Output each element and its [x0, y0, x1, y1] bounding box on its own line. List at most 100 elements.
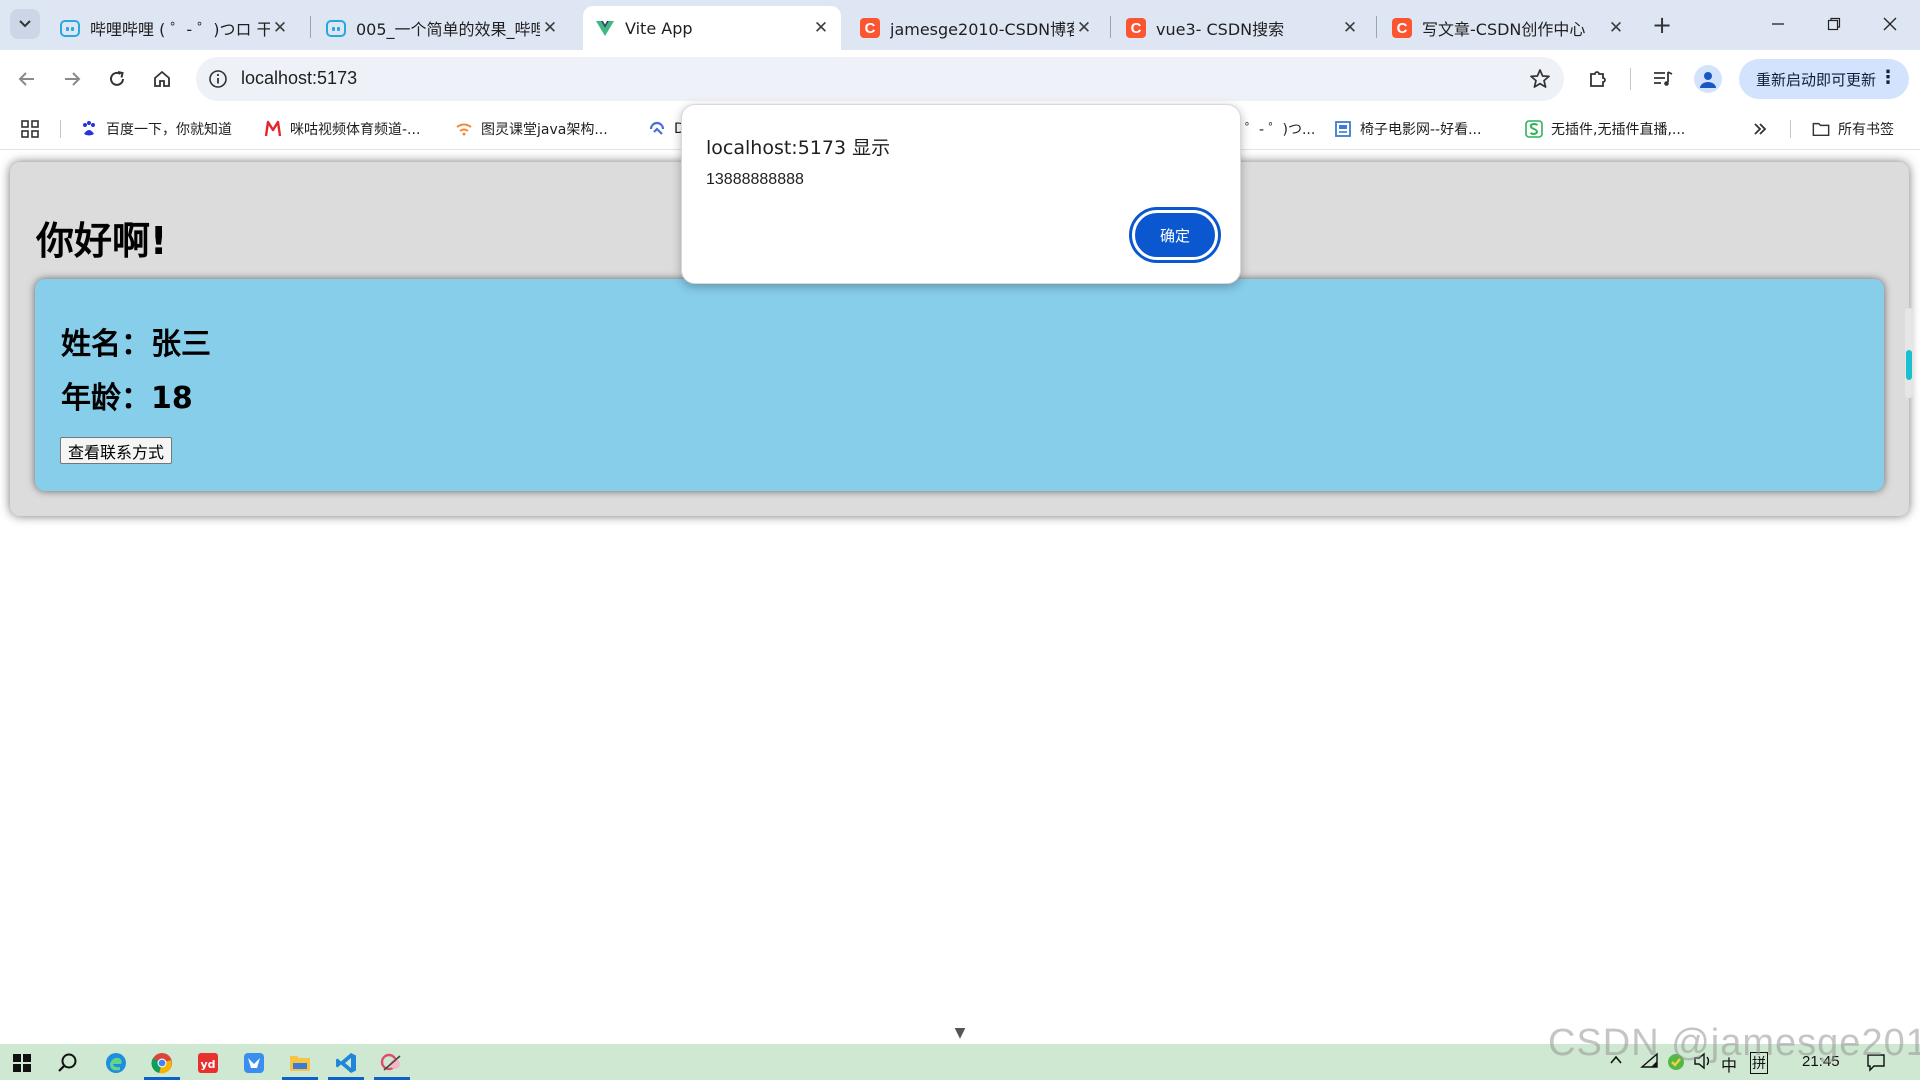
search-button[interactable] — [48, 1047, 88, 1079]
close-icon — [1883, 17, 1897, 31]
person-name: 姓名：张三 — [61, 327, 211, 362]
migu-icon — [264, 120, 282, 138]
bookmark-label: 咪咕视频体育频道-... — [290, 122, 421, 138]
bookmark-partial[interactable]: D — [648, 117, 685, 141]
start-button[interactable] — [2, 1047, 42, 1079]
bookmark-migu[interactable]: 咪咕视频体育频道-... — [264, 117, 420, 141]
side-scrollbar[interactable] — [1905, 308, 1913, 398]
dialog-message: 13888888888 — [706, 171, 804, 188]
profile-avatar[interactable] — [1694, 65, 1722, 93]
bookmark-label: ゜- ゜)つ... — [1245, 122, 1316, 138]
tab-search-button[interactable] — [10, 9, 40, 39]
person-age: 年龄：18 — [61, 381, 193, 416]
close-window-button[interactable] — [1862, 0, 1918, 48]
bookmark-movie[interactable]: 椅子电影网--好看... — [1334, 117, 1481, 141]
bookmark-bilibili[interactable]: ゜- ゜)つ... — [1245, 117, 1315, 141]
bookmark-baidu[interactable]: 百度一下，你就知道 — [80, 117, 232, 141]
tab-vite-app[interactable]: Vite App ✕ — [583, 6, 841, 50]
tab-title: 005_一个简单的效果_哔哩 — [356, 20, 540, 39]
close-icon[interactable]: ✕ — [1606, 18, 1626, 38]
apps-button[interactable] — [20, 117, 40, 141]
more-vert-icon: ⋮ — [1879, 67, 1897, 88]
tab-separator — [1110, 16, 1111, 38]
svg-text:yd: yd — [200, 1058, 215, 1071]
tab-title: jamesge2010-CSDN博客 — [890, 20, 1074, 39]
edge-icon — [106, 1053, 126, 1073]
address-url[interactable]: localhost:5173 — [241, 68, 357, 89]
scrollbar-thumb[interactable] — [1906, 350, 1912, 380]
alert-dialog: localhost:5173 显示 13888888888 确定 — [681, 104, 1241, 284]
new-tab-button[interactable]: + — [1647, 10, 1677, 40]
bookmarks-overflow-button[interactable] — [1752, 117, 1768, 141]
csdn-icon: C — [1126, 18, 1146, 38]
extensions-button[interactable] — [1583, 64, 1613, 94]
tab-bilibili-home[interactable]: 哔哩哔哩 ( ゜- ゜)つロ 干杯 ✕ — [48, 6, 300, 50]
taskbar-edge[interactable] — [96, 1047, 136, 1079]
update-button[interactable]: 重新启动即可更新 ⋮ — [1739, 59, 1909, 99]
arrow-right-icon — [65, 72, 81, 86]
tab-csdn-blog[interactable]: C jamesge2010-CSDN博客 ✕ — [848, 6, 1104, 50]
puzzle-icon — [1590, 71, 1606, 87]
dialog-ok-button[interactable]: 确定 — [1132, 210, 1218, 260]
taskbar-chrome[interactable] — [142, 1047, 182, 1080]
reload-icon — [110, 71, 124, 86]
bookmark-label: 椅子电影网--好看... — [1360, 122, 1482, 138]
taskbar-vscode[interactable] — [326, 1047, 366, 1080]
restore-button[interactable] — [1806, 0, 1862, 48]
bookmark-separator — [1790, 120, 1791, 138]
tab-csdn-write[interactable]: C 写文章-CSDN创作中心 ✕ — [1380, 6, 1636, 50]
home-button[interactable] — [145, 62, 179, 96]
all-bookmarks-button[interactable]: 所有书签 — [1812, 117, 1894, 141]
view-contact-button[interactable]: 查看联系方式 — [60, 437, 173, 464]
close-icon[interactable]: ✕ — [270, 18, 290, 38]
close-icon[interactable]: ✕ — [1340, 18, 1360, 38]
arrow-left-icon — [18, 72, 34, 86]
taskbar-file-explorer[interactable] — [280, 1047, 320, 1080]
search-icon — [58, 1053, 77, 1072]
close-icon[interactable]: ✕ — [811, 18, 831, 38]
youdao-icon: yd — [198, 1053, 218, 1073]
tab-title: Vite App — [625, 18, 693, 38]
page-title: 你好啊! — [36, 219, 168, 263]
person-icon — [1700, 72, 1716, 88]
movie-icon — [1334, 120, 1352, 138]
toolbar-divider — [1630, 68, 1631, 90]
tab-csdn-search[interactable]: C vue3- CSDN搜索 ✕ — [1114, 6, 1370, 50]
minimize-icon — [1772, 23, 1784, 25]
minimize-button[interactable] — [1750, 0, 1806, 48]
back-button[interactable] — [10, 62, 44, 96]
csdn-icon: C — [860, 18, 880, 38]
windows-icon — [13, 1054, 31, 1072]
info-icon[interactable] — [206, 67, 230, 91]
forward-button[interactable] — [55, 62, 89, 96]
media-control-button[interactable] — [1648, 64, 1678, 94]
close-icon[interactable]: ✕ — [1074, 18, 1094, 38]
tab-separator — [1376, 16, 1377, 38]
tab-title: 写文章-CSDN创作中心 — [1422, 20, 1586, 39]
taskbar-snipping-tool[interactable] — [372, 1047, 412, 1080]
browser-toolbar: localhost:5173 重新启动即可更新 ⋮ — [0, 50, 1920, 108]
address-bar[interactable]: localhost:5173 — [196, 57, 1564, 101]
vite-icon — [595, 18, 615, 38]
restore-icon — [1827, 17, 1841, 31]
close-icon[interactable]: ✕ — [540, 18, 560, 38]
folder-icon — [1812, 120, 1830, 138]
s-icon — [1525, 120, 1543, 138]
bilibili-icon — [60, 18, 80, 38]
update-button-label: 重新启动即可更新 — [1756, 70, 1877, 89]
bookmark-tuling[interactable]: 图灵课堂java架构... — [455, 117, 608, 141]
double-chevron-right-icon — [1754, 123, 1767, 135]
bilibili-icon — [326, 18, 346, 38]
tuling-icon — [455, 120, 473, 138]
tab-separator — [310, 16, 311, 38]
tab-bilibili-video[interactable]: 005_一个简单的效果_哔哩 ✕ — [314, 6, 570, 50]
taskbar-youdao[interactable]: yd — [188, 1047, 228, 1079]
bookmark-live[interactable]: 无插件,无插件直播,... — [1525, 117, 1685, 141]
playlist-icon — [1654, 71, 1673, 86]
bird-app-icon — [244, 1053, 264, 1073]
taskbar-feishu[interactable] — [234, 1047, 274, 1079]
chrome-icon — [151, 1053, 172, 1074]
person-card: 姓名：张三 年龄：18 查看联系方式 — [35, 279, 1884, 491]
star-icon[interactable] — [1528, 67, 1552, 91]
reload-button[interactable] — [100, 62, 134, 96]
